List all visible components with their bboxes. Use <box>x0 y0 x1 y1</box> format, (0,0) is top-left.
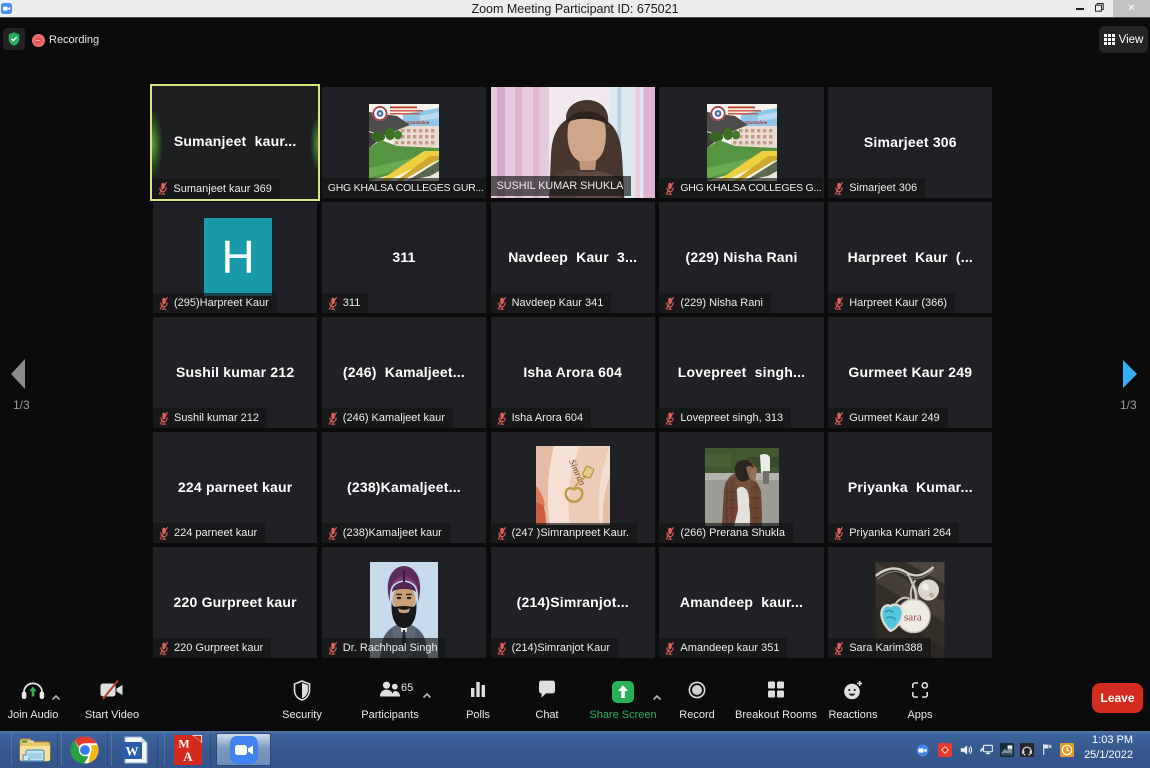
svg-text:#GoOnline: #GoOnline <box>407 120 430 125</box>
svg-text:W: W <box>125 743 138 758</box>
svg-text:sara: sara <box>904 612 922 624</box>
svg-text:#GoOnline: #GoOnline <box>745 120 768 125</box>
svg-text:A: A <box>183 749 193 764</box>
